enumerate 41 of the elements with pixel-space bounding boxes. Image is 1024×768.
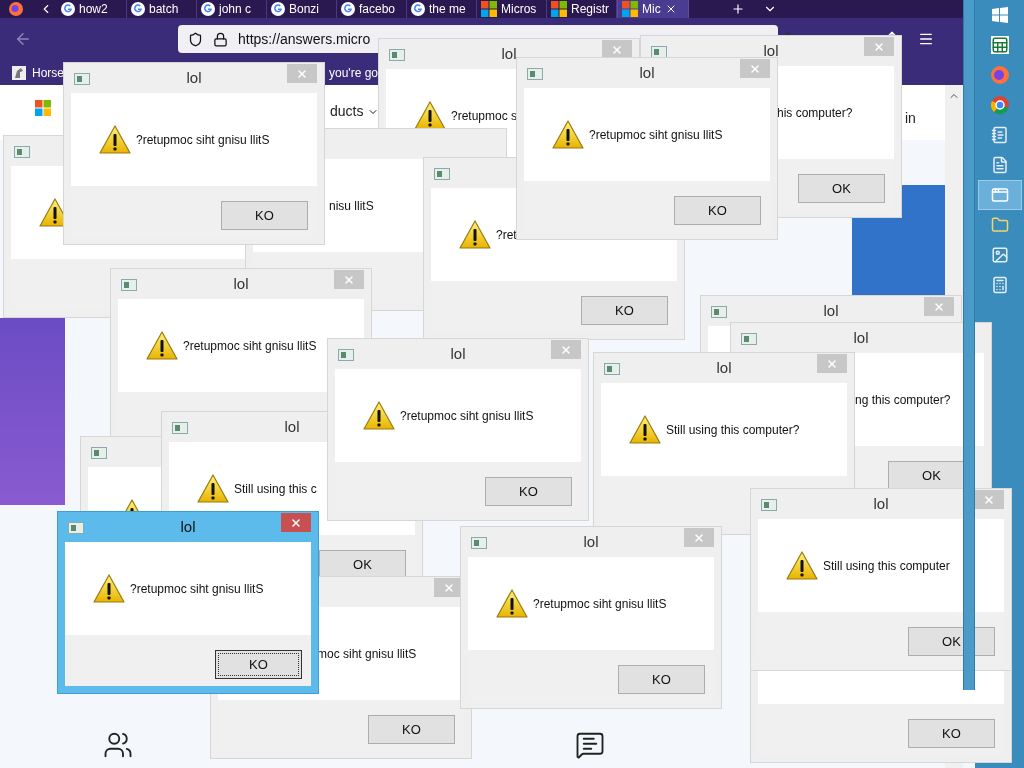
dialog-title: lol	[284, 416, 300, 437]
dialog-message: ?ret	[496, 226, 517, 244]
dialog-message: his computer?	[777, 104, 853, 122]
bookmark-link[interactable]: you're go	[329, 63, 378, 82]
browser-tab[interactable]: Mic	[617, 0, 689, 18]
dialog-message: ?retupmoc siht gnisu llitS	[183, 337, 317, 355]
sign-in-link[interactable]: in	[905, 108, 916, 129]
dialog-button[interactable]: KO	[368, 715, 455, 744]
dialog-button[interactable]: OK	[798, 174, 885, 203]
dialog-button[interactable]: KO	[908, 719, 995, 748]
nav-link[interactable]: ducts	[330, 101, 364, 122]
dialog-title: lol	[501, 43, 517, 64]
dialog-title: lol	[180, 516, 196, 537]
dialog-button[interactable]: KO	[485, 477, 572, 506]
dialog-message: ?retupmoc siht gnisu llitS	[589, 126, 723, 144]
dialog-title: lol	[450, 343, 466, 364]
dialog-message: ?retupmoc siht gnisu llitS	[136, 131, 270, 149]
dialog-message: ?retupmoc siht gnisu llitS	[400, 407, 534, 425]
dialog-message: ?retupmoc siht gnisu llitS	[533, 595, 667, 613]
dialog-message: Still using this computer	[823, 557, 950, 575]
dialog-button[interactable]: KO	[581, 296, 668, 325]
dialog-title: lol	[186, 67, 202, 88]
dialog-title: lol	[716, 357, 732, 378]
dialog-button[interactable]: KO	[221, 201, 308, 230]
dialog-message: ng this computer?	[855, 391, 951, 409]
dialog-message: ?retupmoc siht gnisu llitS	[130, 580, 264, 598]
dialog-title: lol	[763, 40, 779, 61]
dialog-title: lol	[583, 531, 599, 552]
dialog-title: lol	[233, 273, 249, 294]
dialog-title: lol	[823, 300, 839, 321]
dialog-message: nisu llitS	[329, 197, 374, 215]
dialog-title: lol	[853, 327, 869, 348]
dialog-button[interactable]: KO	[674, 196, 761, 225]
dialog-message: Still using this c	[234, 480, 317, 498]
dialog-button[interactable]: KO	[215, 650, 302, 679]
dialog-message: ?retupmoc s	[451, 107, 518, 125]
dialog-title: lol	[639, 62, 655, 83]
bookmark-link[interactable]: Horse	[32, 63, 64, 82]
dialog-title: lol	[873, 493, 889, 514]
dialog-button[interactable]: KO	[618, 665, 705, 694]
dialog-message: Still using this computer?	[666, 421, 800, 439]
